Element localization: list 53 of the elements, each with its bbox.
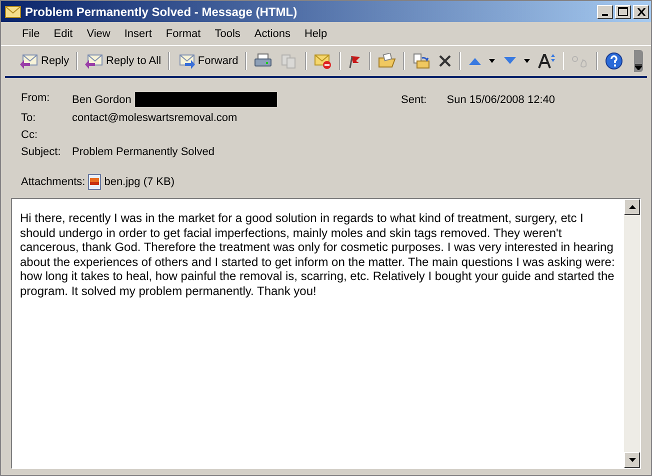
window-title: Problem Permanently Solved - Message (HTML)	[25, 4, 298, 18]
menu-item[interactable]: Tools	[208, 26, 248, 42]
forward-button[interactable]: Forward	[174, 51, 242, 71]
field-label: To:	[21, 112, 37, 124]
envelope-block-icon	[314, 53, 332, 69]
menu-item[interactable]: View	[80, 26, 118, 42]
envelope-reply-icon	[85, 53, 103, 69]
field-value: Problem Permanently Solved	[72, 146, 216, 158]
chevron-icon	[635, 64, 642, 70]
close-icon	[636, 8, 646, 16]
scroll-down-icon[interactable]	[628, 458, 636, 462]
envelope-reply-icon	[20, 53, 38, 69]
image-file-icon	[88, 174, 102, 190]
toolbar-options-button[interactable]	[634, 50, 643, 72]
scrollbar[interactable]	[624, 199, 640, 468]
menu-item[interactable]: Format	[158, 26, 208, 42]
field-value: contact@moleswartsremoval.com	[72, 112, 238, 124]
reply-button[interactable]: Reply	[17, 51, 72, 71]
message-body: Hi there, recently I was in the market for a good solution in regards to what kind of treatment, surgery, etc I should undergo in order to get facial imperfections, mainly moles and skin tags removed. They weren't cancerous, thank God. Therefore the treatment was only for cosmetic purposes. I was very interested in hearing about the experiences of others and I started to get inform on the matter. The main questions I was asking were: how long it takes to heal, how painful the removal is, scarring, etc. Relatively I bought your guide and started the program. It solved my problem permanently. Thank you!	[19, 210, 616, 300]
move-to-folder-icon	[412, 53, 430, 69]
field-label: Cc:	[21, 129, 38, 141]
envelope-forward-icon	[176, 53, 195, 69]
down-arrow-icon	[502, 56, 516, 66]
up-arrow-icon	[468, 56, 482, 66]
caret-icon	[488, 59, 494, 63]
menu-item[interactable]: Edit	[46, 26, 80, 42]
font-size-icon	[538, 53, 556, 69]
field-label: From:	[21, 92, 51, 106]
printer-icon	[254, 53, 272, 69]
close-button[interactable]	[633, 4, 649, 18]
envelope-icon	[5, 6, 21, 18]
menu-item[interactable]: Help	[297, 26, 334, 42]
folder-icon	[378, 53, 396, 69]
menu-item[interactable]: Insert	[117, 26, 159, 42]
reply-all-button[interactable]: Reply to All	[82, 51, 164, 71]
field-label: Sent:	[401, 94, 427, 106]
menu-item[interactable]: File	[15, 26, 47, 42]
minimize-button[interactable]	[597, 4, 613, 18]
caret-icon	[524, 59, 530, 63]
delete-icon	[438, 54, 452, 68]
menu-item[interactable]: Actions	[247, 26, 298, 42]
maximize-icon	[618, 7, 628, 16]
copy-icon	[280, 53, 298, 69]
sender-name: Ben Gordon	[72, 94, 132, 106]
field-label: Attachments:	[21, 176, 86, 188]
flag-icon	[348, 53, 362, 69]
field-label: Subject:	[21, 146, 62, 158]
attachment-link[interactable]: ben.jpg (7 KB)	[104, 176, 175, 188]
sent-date: Sun 15/06/2008 12:40	[446, 94, 555, 106]
maximize-button[interactable]	[615, 4, 631, 18]
help-icon	[605, 52, 624, 70]
scroll-up-icon[interactable]	[628, 205, 636, 209]
minimize-icon	[602, 14, 608, 16]
